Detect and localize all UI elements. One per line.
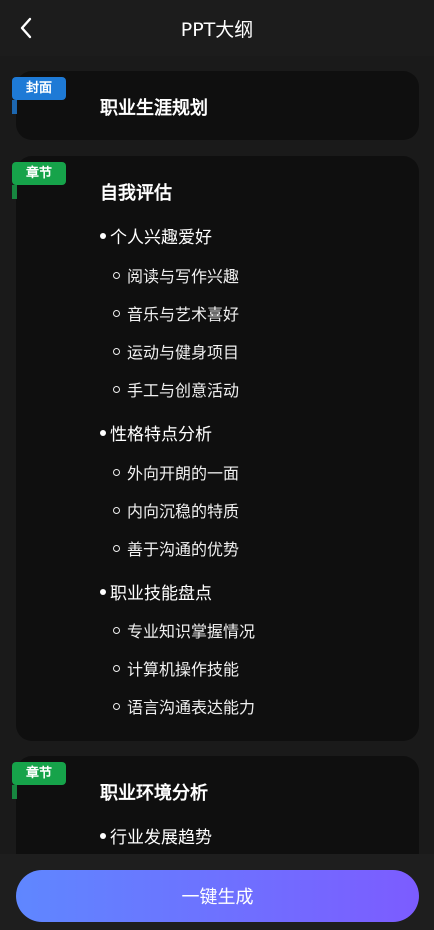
chapter-card[interactable]: 章节 职业环境分析 行业发展趋势: [12, 756, 419, 854]
back-button[interactable]: [12, 14, 40, 42]
subsection-item: 善于沟通的优势: [113, 536, 239, 560]
subsection-item: 外向开朗的一面: [113, 460, 239, 484]
section-item: 行业发展趋势: [100, 823, 212, 848]
chapter-card[interactable]: 章节 自我评估 个人兴趣爱好 阅读与写作兴趣 音乐与艺术喜好 运动与健身项目 手…: [12, 156, 419, 741]
circle-bullet-icon: [113, 507, 120, 514]
subsection-item: 阅读与写作兴趣: [113, 263, 239, 287]
bullet-icon: [100, 833, 106, 839]
bottom-bar: 一键生成: [0, 854, 434, 930]
circle-bullet-icon: [113, 469, 120, 476]
outline-list: 封面 职业生涯规划 章节 自我评估 个人兴趣爱好 阅读与写作兴趣 音乐与艺术喜好…: [0, 56, 434, 854]
generate-button[interactable]: 一键生成: [16, 870, 419, 922]
circle-bullet-icon: [113, 348, 120, 355]
subsection-item: 语言沟通表达能力: [113, 694, 255, 718]
section-item: 职业技能盘点: [100, 579, 212, 604]
subsection-item: 计算机操作技能: [113, 656, 239, 680]
chapter-tag: 章节: [12, 162, 67, 199]
page-title: PPT大纲: [180, 18, 254, 41]
chapter-tag: 章节: [12, 762, 67, 799]
subsection-item: 音乐与艺术喜好: [113, 301, 239, 325]
circle-bullet-icon: [113, 665, 120, 672]
circle-bullet-icon: [113, 272, 120, 279]
bullet-icon: [100, 233, 106, 239]
cover-card[interactable]: 封面 职业生涯规划: [12, 71, 419, 140]
subsection-item: 手工与创意活动: [113, 377, 239, 401]
cover-title: 职业生涯规划: [100, 98, 208, 119]
circle-bullet-icon: [113, 545, 120, 552]
circle-bullet-icon: [113, 703, 120, 710]
chevron-left-icon: [20, 17, 32, 39]
circle-bullet-icon: [113, 386, 120, 393]
subsection-item: 运动与健身项目: [113, 339, 239, 363]
subsection-item: 专业知识掌握情况: [113, 618, 255, 642]
section-item: 性格特点分析: [100, 420, 212, 445]
chapter-title: 自我评估: [100, 183, 172, 204]
section-item: 个人兴趣爱好: [100, 223, 212, 248]
circle-bullet-icon: [113, 310, 120, 317]
cover-tag: 封面: [12, 77, 67, 114]
subsection-item: 内向沉稳的特质: [113, 498, 239, 522]
chapter-title: 职业环境分析: [100, 783, 208, 804]
bullet-icon: [100, 589, 106, 595]
top-bar: PPT大纲: [0, 0, 434, 56]
bullet-icon: [100, 430, 106, 436]
circle-bullet-icon: [113, 627, 120, 634]
